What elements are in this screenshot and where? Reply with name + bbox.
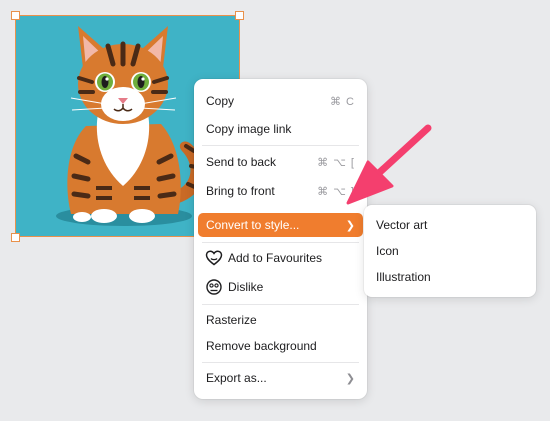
context-menu: Copy ⌘ C Copy image link Send to back ⌘ … [194, 79, 367, 399]
submenu-item-illustration[interactable]: Illustration [368, 265, 532, 289]
menu-item-copy-image-link[interactable]: Copy image link [198, 117, 363, 141]
chevron-right-icon: ❯ [345, 219, 355, 232]
menu-item-send-to-back[interactable]: Send to back ⌘ ⌥ [ [198, 150, 363, 174]
menu-item-export-as[interactable]: Export as... ❯ [198, 366, 363, 390]
submenu-item-label: Illustration [376, 270, 431, 284]
shortcut-label: ⌘ ⌥ [ [317, 156, 355, 169]
menu-divider [202, 242, 359, 243]
submenu-item-vector-art[interactable]: Vector art [368, 213, 532, 237]
menu-divider [202, 145, 359, 146]
menu-item-label: Copy [206, 94, 235, 108]
menu-item-add-to-favourites[interactable]: Add to Favourites [198, 246, 363, 270]
menu-item-label: Rasterize [206, 313, 257, 327]
menu-item-copy[interactable]: Copy ⌘ C [198, 89, 363, 113]
menu-item-label: Add to Favourites [228, 251, 323, 265]
submenu-item-label: Vector art [376, 218, 428, 232]
menu-item-label: Dislike [228, 280, 264, 294]
menu-item-bring-to-front[interactable]: Bring to front ⌘ ⌥ ] [198, 179, 363, 203]
resize-handle-top-left[interactable] [11, 11, 20, 20]
submenu-item-label: Icon [376, 244, 399, 258]
convert-to-style-submenu: Vector art Icon Illustration [364, 205, 536, 297]
menu-item-label: Send to back [206, 155, 277, 169]
menu-item-dislike[interactable]: Dislike [198, 275, 363, 299]
dislike-face-icon [206, 279, 222, 295]
menu-item-rasterize[interactable]: Rasterize [198, 308, 363, 332]
resize-handle-bottom-left[interactable] [11, 233, 20, 242]
menu-item-remove-background[interactable]: Remove background [198, 334, 363, 358]
menu-item-convert-to-style[interactable]: Convert to style... ❯ [198, 213, 363, 237]
menu-item-label: Convert to style... [206, 218, 300, 232]
shortcut-label: ⌘ ⌥ ] [317, 185, 355, 198]
submenu-item-icon[interactable]: Icon [368, 239, 532, 263]
resize-handle-top-right[interactable] [235, 11, 244, 20]
design-canvas[interactable]: Copy ⌘ C Copy image link Send to back ⌘ … [0, 0, 550, 421]
menu-item-label: Bring to front [206, 184, 275, 198]
menu-divider [202, 304, 359, 305]
menu-item-label: Remove background [206, 339, 317, 353]
menu-item-label: Copy image link [206, 122, 292, 136]
heart-outline-icon [205, 250, 223, 266]
menu-divider [202, 362, 359, 363]
chevron-right-icon: ❯ [345, 372, 355, 385]
menu-item-label: Export as... [206, 371, 267, 385]
shortcut-label: ⌘ C [330, 95, 355, 108]
